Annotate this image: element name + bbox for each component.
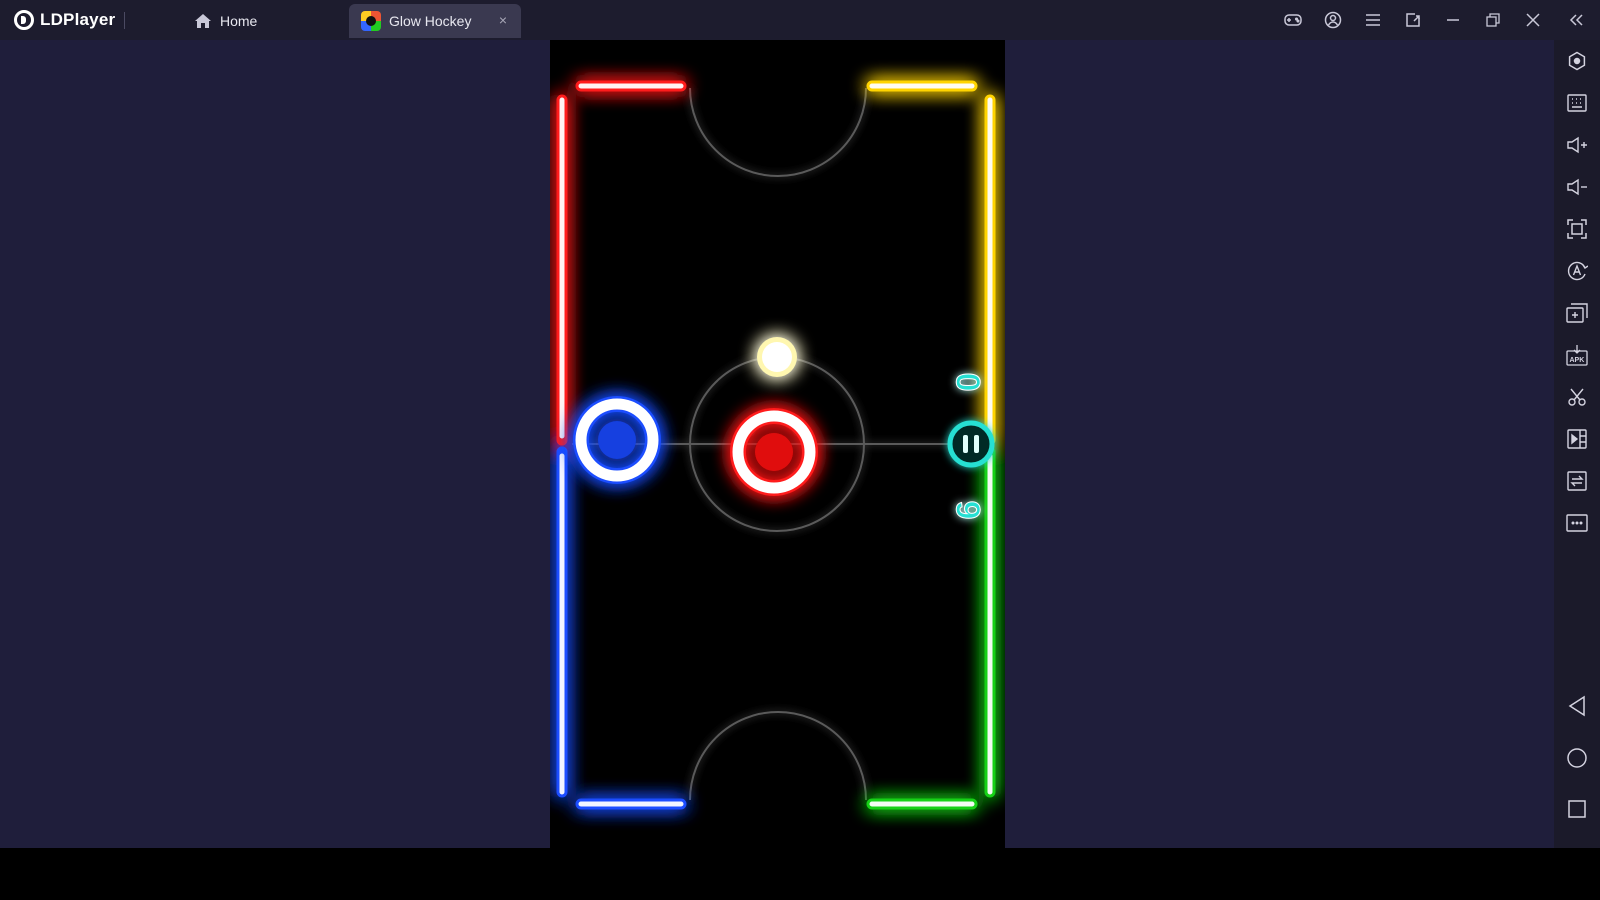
record-icon[interactable] bbox=[1565, 427, 1589, 451]
install-apk-icon[interactable]: APK bbox=[1565, 343, 1589, 367]
screen-rotate-icon[interactable] bbox=[1401, 8, 1425, 32]
collapse-sidebar-icon[interactable] bbox=[1564, 8, 1588, 32]
app-brand: LDPlayer bbox=[14, 8, 115, 32]
glow-hockey-game-canvas[interactable]: 0 6 bbox=[550, 40, 1005, 848]
right-toolbar: APK bbox=[1554, 40, 1600, 848]
tab-home-label: Home bbox=[220, 13, 258, 29]
wall-top-left bbox=[556, 80, 687, 446]
keyboard-mapping-icon[interactable] bbox=[1565, 91, 1589, 115]
shared-folder-icon[interactable] bbox=[1565, 469, 1589, 493]
volume-up-icon[interactable] bbox=[1565, 133, 1589, 157]
score-bottom: 6 bbox=[950, 500, 989, 520]
screen-bottom-bar bbox=[0, 848, 1600, 900]
bottom-goal-arc bbox=[689, 711, 867, 801]
volume-down-icon[interactable] bbox=[1565, 175, 1589, 199]
settings-icon[interactable] bbox=[1565, 49, 1589, 73]
auto-operation-icon[interactable] bbox=[1565, 259, 1589, 283]
svg-text:6: 6 bbox=[950, 501, 988, 520]
recent-apps-icon[interactable] bbox=[1565, 797, 1589, 821]
tab-close-icon[interactable]: × bbox=[495, 12, 511, 28]
svg-text:APK: APK bbox=[1570, 357, 1585, 364]
wall-bottom-left bbox=[556, 446, 687, 810]
player-paddle[interactable] bbox=[573, 396, 661, 484]
home-icon bbox=[194, 13, 212, 29]
tab-glow-hockey-label: Glow Hockey bbox=[389, 13, 472, 29]
tab-home[interactable]: Home bbox=[178, 4, 348, 38]
screenshot-icon[interactable] bbox=[1565, 385, 1589, 409]
back-icon[interactable] bbox=[1565, 694, 1589, 718]
glow-hockey-thumbnail-icon bbox=[361, 11, 381, 31]
title-divider bbox=[124, 12, 125, 29]
ldplayer-logo-icon bbox=[14, 10, 34, 30]
tab-glow-hockey[interactable]: Glow Hockey × bbox=[349, 4, 521, 38]
close-icon[interactable] bbox=[1521, 8, 1545, 32]
minimize-icon[interactable] bbox=[1441, 8, 1465, 32]
puck bbox=[757, 337, 797, 377]
add-window-icon[interactable] bbox=[1565, 301, 1589, 325]
title-bar: LDPlayer Home Glow Hockey × bbox=[0, 0, 1600, 40]
fullscreen-icon[interactable] bbox=[1565, 217, 1589, 241]
menu-icon[interactable] bbox=[1361, 8, 1385, 32]
home-nav-icon[interactable] bbox=[1565, 746, 1589, 770]
score-top: 0 bbox=[950, 372, 989, 392]
more-options-icon[interactable] bbox=[1565, 511, 1589, 535]
top-goal-arc bbox=[689, 87, 867, 177]
svg-text:0: 0 bbox=[950, 373, 988, 392]
account-icon[interactable] bbox=[1321, 8, 1345, 32]
opponent-paddle bbox=[730, 408, 818, 496]
pause-button[interactable] bbox=[947, 420, 995, 468]
restore-icon[interactable] bbox=[1481, 8, 1505, 32]
app-name: LDPlayer bbox=[40, 10, 116, 29]
gamepad-icon[interactable] bbox=[1281, 8, 1305, 32]
